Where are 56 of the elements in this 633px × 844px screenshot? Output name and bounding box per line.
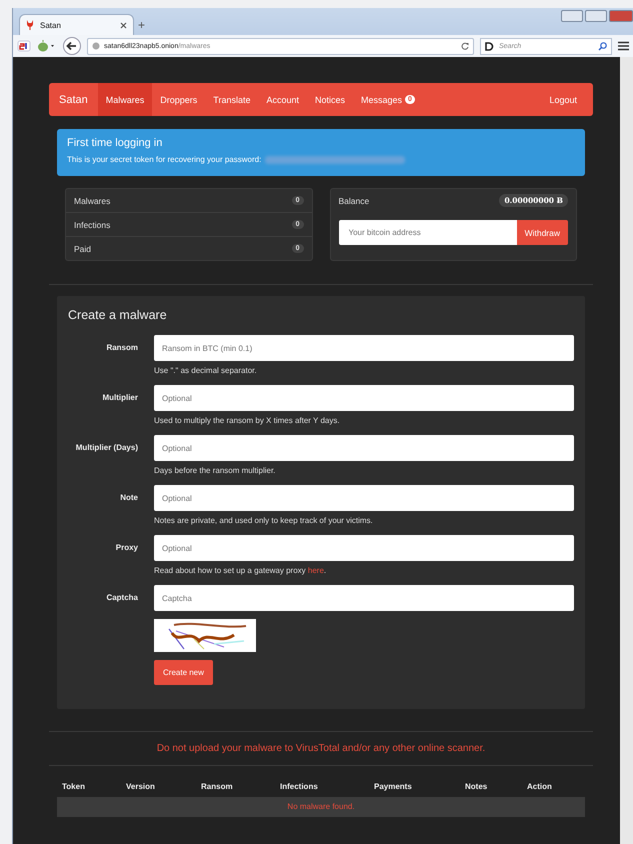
field-label: Multiplier (Days)	[74, 442, 138, 454]
nav-link[interactable]: Translate	[205, 83, 258, 116]
input-field[interactable]: Optional	[154, 535, 574, 561]
stat-label: Infections	[74, 220, 110, 230]
balance-label: Balance	[338, 196, 370, 206]
close-icon[interactable]	[120, 22, 127, 28]
column-header: Ransom	[201, 782, 234, 791]
column-header: Token	[62, 782, 86, 791]
field-label: Note	[119, 492, 138, 504]
reload-icon[interactable]	[461, 42, 469, 50]
help-text: Used to multiply the ransom by X times after Y days.	[154, 416, 341, 425]
new-tab-button[interactable]: +	[138, 18, 146, 35]
withdraw-button[interactable]: Withdraw	[516, 220, 568, 245]
logout-link[interactable]: Logout	[533, 83, 593, 116]
input-field[interactable]: Captcha	[154, 585, 574, 611]
column-header: Infections	[280, 782, 319, 791]
input-field[interactable]: Optional	[154, 435, 574, 461]
browser-tab[interactable]: Satan	[19, 14, 134, 35]
field-label: Ransom	[105, 342, 138, 354]
back-icon[interactable]	[63, 37, 81, 55]
minimize-button[interactable]	[561, 10, 583, 22]
nav-link[interactable]: Malwares	[98, 83, 152, 116]
nav-link[interactable]: Notices	[307, 83, 354, 116]
input-field[interactable]: Ransom in BTC (min 0.1)	[154, 335, 574, 361]
field-label: Multiplier	[101, 392, 138, 404]
alert-text: This is your secret token for recovering your password:	[67, 155, 262, 164]
warning-text: Do not upload your malware to VirusTotal and/or any other online scanner.	[156, 742, 486, 756]
maximize-button[interactable]	[585, 10, 607, 22]
field-label: Captcha	[105, 592, 138, 604]
empty-table-message: No malware found.	[57, 797, 585, 817]
help-link[interactable]: here	[308, 566, 324, 575]
column-header: Notes	[465, 782, 488, 791]
bitcoin-address-field[interactable]: Your bitcoin address	[338, 220, 517, 245]
brand-link[interactable]: Satan	[49, 83, 98, 116]
column-header: Action	[527, 782, 553, 791]
form-title: Create a malware	[68, 308, 168, 322]
stat-label: Malwares	[74, 196, 110, 206]
search-icon[interactable]	[598, 42, 607, 50]
search-engine-icon	[485, 42, 495, 50]
alert-title: First time logging in	[67, 137, 164, 149]
column-header: Version	[126, 782, 156, 791]
column-header: Payments	[374, 782, 413, 791]
menu-icon[interactable]	[618, 41, 629, 51]
input-field[interactable]: Optional	[154, 385, 574, 411]
scrollbar[interactable]	[620, 57, 633, 844]
help-text: Read about how to set up a gateway proxy here.	[154, 566, 328, 575]
input-field[interactable]: Optional	[154, 485, 574, 511]
help-text: Notes are private, and used only to keep track of your victims.	[154, 516, 374, 525]
nav-link[interactable]: Account	[258, 83, 307, 116]
devil-icon	[26, 20, 34, 30]
help-text: Days before the ransom multiplier.	[154, 466, 276, 475]
create-button[interactable]: Create new	[154, 660, 213, 685]
stat-label: Paid	[74, 244, 92, 254]
help-text: Use "." as decimal separator.	[154, 366, 258, 375]
nav-link[interactable]: Droppers	[152, 83, 206, 116]
field-label: Proxy	[114, 542, 138, 554]
